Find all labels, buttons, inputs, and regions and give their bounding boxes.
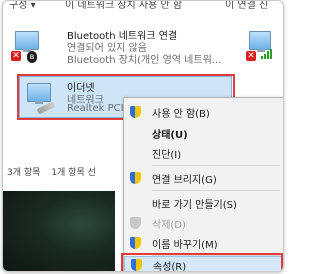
menu-item-delete[interactable]: 삭제(D) xyxy=(124,213,283,233)
disable-device-button[interactable]: 이 네트워크 장치 사용 안 함 xyxy=(65,1,182,11)
menu-item-create-shortcut[interactable]: 바로 가기 만들기(S) xyxy=(124,193,283,213)
menu-item-label: 삭제(D) xyxy=(152,220,186,231)
menu-item-label: 진단(I) xyxy=(152,150,182,161)
disconnected-x-icon: ✕ xyxy=(11,51,21,61)
shield-icon xyxy=(130,172,141,184)
desktop-background xyxy=(3,191,115,271)
menu-item-label: 사용 안 함(B) xyxy=(152,109,210,120)
shield-icon xyxy=(130,237,141,249)
menu-item-disable[interactable]: 사용 안 함(B) xyxy=(124,102,283,122)
status-bar: 3개 항목 1개 항목 선 xyxy=(7,165,104,178)
network-connections-window: 구성 ▾ 이 네트워크 장치 사용 안 함 이 연결 진 ✕ ʙ Bluetoo… xyxy=(2,0,284,272)
shield-icon xyxy=(130,217,141,229)
menu-separator xyxy=(152,165,280,166)
toolbar: 구성 ▾ 이 네트워크 장치 사용 안 함 이 연결 진 xyxy=(3,1,283,11)
connection-action-button[interactable]: 이 연결 진 xyxy=(225,1,268,11)
menu-item-label: 상태(U) xyxy=(152,130,188,141)
menu-separator xyxy=(152,190,280,191)
bluetooth-connection-item[interactable]: ✕ ʙ Bluetooth 네트워크 연결 연결되어 있지 않음 Bluetoo… xyxy=(3,27,283,71)
disconnected-x-icon: ✕ xyxy=(246,51,256,61)
shield-icon xyxy=(130,106,141,118)
signal-strength-icon xyxy=(261,49,272,59)
network-adapter-icon xyxy=(15,31,39,52)
menu-item-diagnose[interactable]: 진단(I) xyxy=(124,143,283,163)
menu-item-label: 바로 가기 만들기(S) xyxy=(152,200,237,211)
menu-item-status[interactable]: 상태(U) xyxy=(124,123,283,143)
menu-item-rename[interactable]: 이름 바꾸기(M) xyxy=(124,233,283,253)
organize-menu[interactable]: 구성 ▾ xyxy=(9,1,36,11)
properties-highlight-box xyxy=(121,253,283,271)
bluetooth-device-name: Bluetooth 장치(개인 영역 네트워... xyxy=(67,55,222,66)
menu-item-bridge[interactable]: 연결 브리지(G) xyxy=(124,168,283,188)
wireless-adapter-icon xyxy=(249,31,271,52)
selected-count: 1개 항목 선 xyxy=(51,168,96,178)
context-menu: 사용 안 함(B) 상태(U) 진단(I) 연결 브리지(G) 바로 가기 만들… xyxy=(123,97,283,271)
menu-item-label: 연결 브리지(G) xyxy=(152,175,217,186)
item-count: 3개 항목 xyxy=(7,168,41,178)
menu-item-label: 이름 바꾸기(M) xyxy=(152,240,218,251)
bluetooth-icon: ʙ xyxy=(27,51,37,63)
